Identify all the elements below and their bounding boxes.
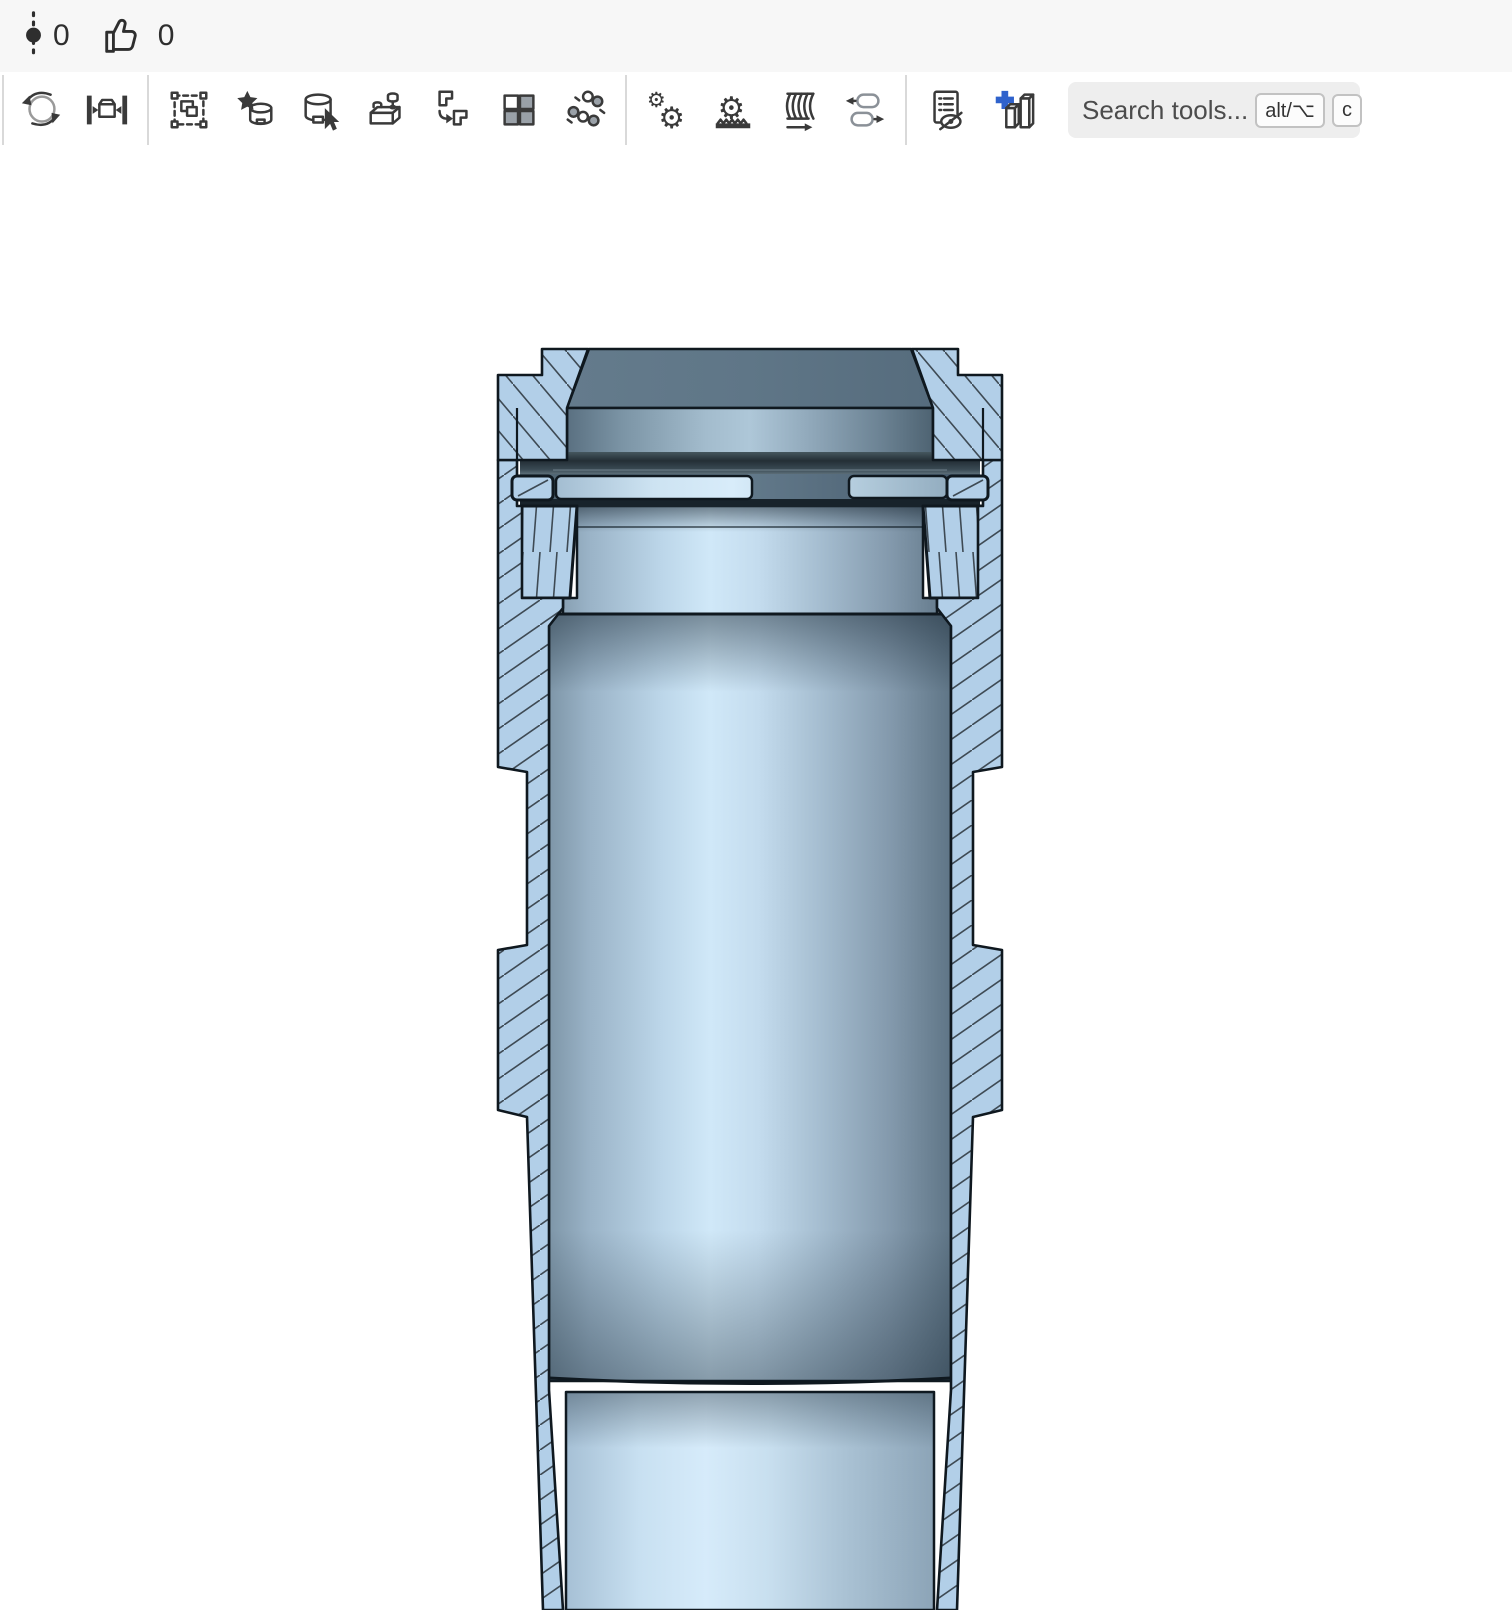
hide-bom-icon bbox=[924, 87, 970, 133]
create-part-studio-icon bbox=[990, 87, 1036, 133]
screw-relation-icon bbox=[776, 87, 822, 133]
likes-count: 0 bbox=[158, 19, 175, 53]
like-button[interactable] bbox=[100, 3, 146, 69]
replicate-button[interactable] bbox=[552, 77, 618, 143]
transform-parts-button[interactable] bbox=[420, 77, 486, 143]
zoom-to-fit-button[interactable] bbox=[74, 77, 140, 143]
insert-parts-icon bbox=[364, 87, 410, 133]
shortcut-c-key: c bbox=[1332, 94, 1362, 127]
transform-parts-icon bbox=[430, 87, 476, 133]
create-part-studio-button[interactable] bbox=[980, 77, 1046, 143]
toolbar-separator bbox=[625, 75, 627, 145]
slider-relation-icon bbox=[842, 87, 888, 133]
revolve-button[interactable] bbox=[222, 77, 288, 143]
svg-text:⚙: ⚙ bbox=[658, 101, 685, 133]
hide-bom-button[interactable] bbox=[914, 77, 980, 143]
slider-relation-button[interactable] bbox=[832, 77, 898, 143]
cap-top bbox=[567, 349, 933, 408]
gear-relation-button[interactable]: ⚙ ⚙ bbox=[634, 77, 700, 143]
status-bar: 0 0 bbox=[0, 0, 1512, 72]
linear-pattern-icon bbox=[496, 87, 542, 133]
shortcut-alt-key: alt/⌥ bbox=[1255, 93, 1325, 128]
thumbs-up-icon bbox=[100, 13, 146, 59]
left-retainer-section[interactable] bbox=[521, 506, 577, 598]
model-viewport[interactable] bbox=[0, 0, 1512, 1610]
right-retainer-section[interactable] bbox=[923, 506, 983, 598]
revolve-icon bbox=[232, 87, 278, 133]
seal-ring-right[interactable] bbox=[947, 476, 988, 500]
rack-and-pinion-icon: ⚙ bbox=[710, 87, 756, 133]
zoom-to-fit-icon bbox=[84, 87, 130, 133]
inner-bore[interactable] bbox=[566, 1392, 934, 1610]
orbit-rotate-button[interactable] bbox=[8, 77, 74, 143]
insert-parts-button[interactable] bbox=[354, 77, 420, 143]
seal-band-left bbox=[556, 476, 752, 499]
select-part-icon bbox=[298, 87, 344, 133]
box-select-icon bbox=[166, 87, 212, 133]
seal-groove bbox=[520, 452, 980, 477]
cap-body bbox=[567, 408, 933, 458]
seal-band-right bbox=[849, 476, 947, 498]
seal-ring-left[interactable] bbox=[512, 476, 553, 500]
toolbar-separator bbox=[2, 75, 4, 145]
gear-relation-icon: ⚙ ⚙ bbox=[644, 87, 690, 133]
box-select-button[interactable] bbox=[156, 77, 222, 143]
search-tools-placeholder: Search tools... bbox=[1082, 95, 1248, 126]
replicate-icon bbox=[562, 87, 608, 133]
orbit-rotate-icon bbox=[18, 87, 64, 133]
screw-relation-button[interactable] bbox=[766, 77, 832, 143]
version-history-icon bbox=[26, 10, 41, 62]
version-history-button[interactable] bbox=[26, 3, 41, 69]
assembly-toolbar: ⚙ ⚙ ⚙ bbox=[0, 72, 1512, 148]
toolbar-separator bbox=[147, 75, 149, 145]
linear-pattern-button[interactable] bbox=[486, 77, 552, 143]
select-part-button[interactable] bbox=[288, 77, 354, 143]
rack-and-pinion-button[interactable]: ⚙ bbox=[700, 77, 766, 143]
plunger-body[interactable] bbox=[549, 506, 951, 1384]
toolbar-separator bbox=[905, 75, 907, 145]
seal-assembly[interactable] bbox=[520, 452, 980, 507]
version-count: 0 bbox=[53, 19, 70, 53]
cap-plug[interactable] bbox=[567, 349, 933, 458]
search-tools-box[interactable]: Search tools... alt/⌥ c bbox=[1068, 82, 1360, 138]
